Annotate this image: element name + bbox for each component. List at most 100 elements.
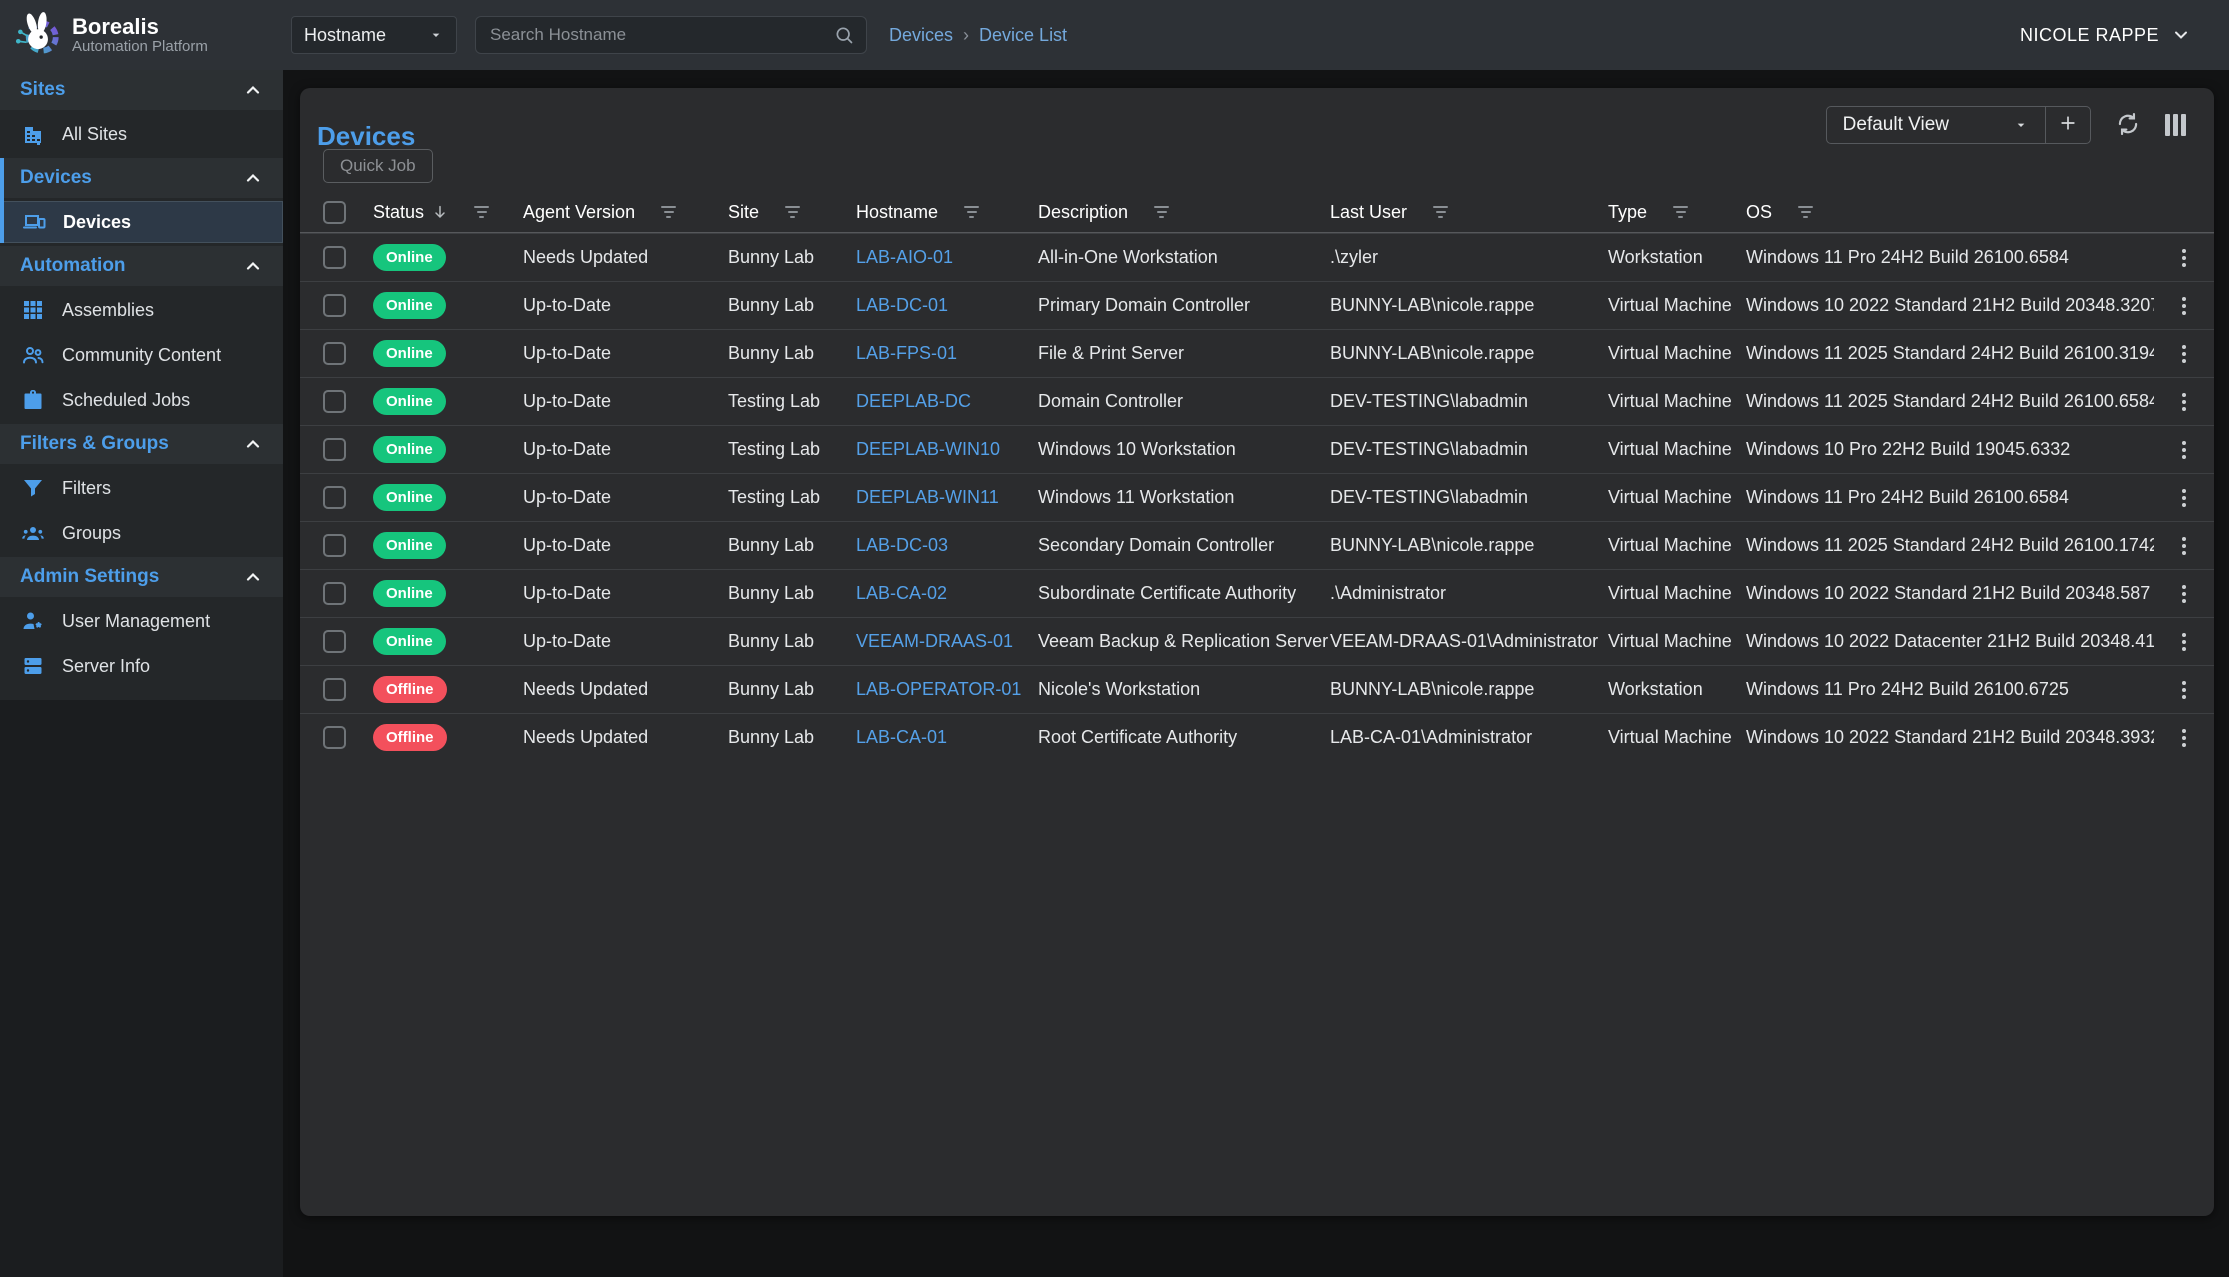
filter-icon[interactable] bbox=[964, 206, 979, 218]
refresh-button[interactable] bbox=[2115, 111, 2141, 140]
breadcrumb-separator: › bbox=[963, 25, 969, 46]
hostname-link[interactable]: LAB-AIO-01 bbox=[856, 247, 953, 268]
row-checkbox[interactable] bbox=[323, 582, 346, 605]
row-menu-button[interactable] bbox=[2178, 485, 2190, 511]
filter-icon[interactable] bbox=[661, 206, 676, 218]
row-checkbox[interactable] bbox=[323, 438, 346, 461]
sidebar-item-groups[interactable]: Groups bbox=[0, 512, 283, 554]
user-menu[interactable]: NICOLE RAPPE bbox=[2020, 25, 2191, 46]
row-checkbox[interactable] bbox=[323, 678, 346, 701]
row-menu-button[interactable] bbox=[2178, 437, 2190, 463]
agent-version-cell: Needs Updated bbox=[523, 727, 728, 748]
row-menu-button[interactable] bbox=[2178, 533, 2190, 559]
row-menu-button[interactable] bbox=[2178, 293, 2190, 319]
site-cell: Bunny Lab bbox=[728, 631, 856, 652]
search-field-select[interactable]: Hostname bbox=[291, 16, 457, 54]
column-header-last-user[interactable]: Last User bbox=[1330, 202, 1608, 223]
hostname-link[interactable]: LAB-FPS-01 bbox=[856, 343, 957, 364]
type-cell: Virtual Machine bbox=[1608, 487, 1746, 508]
filter-icon[interactable] bbox=[1433, 206, 1448, 218]
sidebar-item-user-management[interactable]: User Management bbox=[0, 600, 283, 642]
row-menu-button[interactable] bbox=[2178, 581, 2190, 607]
last-user-cell: LAB-CA-01\Administrator bbox=[1330, 727, 1608, 748]
hostname-link[interactable]: DEEPLAB-DC bbox=[856, 391, 971, 412]
description-cell: Veeam Backup & Replication Server bbox=[1038, 631, 1330, 652]
sidebar-section-header-sites[interactable]: Sites bbox=[0, 70, 283, 110]
row-checkbox[interactable] bbox=[323, 294, 346, 317]
column-header-type[interactable]: Type bbox=[1608, 202, 1746, 223]
sidebar-item-scheduled-jobs[interactable]: Scheduled Jobs bbox=[0, 379, 283, 421]
sidebar-item-filters[interactable]: Filters bbox=[0, 467, 283, 509]
last-user-cell: BUNNY-LAB\nicole.rappe bbox=[1330, 535, 1608, 556]
status-badge: Online bbox=[373, 340, 446, 367]
refresh-icon bbox=[2115, 111, 2141, 140]
view-selector[interactable]: Default View bbox=[1827, 107, 2045, 143]
brand-logo-rabbit-icon bbox=[12, 10, 62, 60]
hostname-link[interactable]: LAB-DC-01 bbox=[856, 295, 948, 316]
row-checkbox[interactable] bbox=[323, 630, 346, 653]
row-menu-button[interactable] bbox=[2178, 389, 2190, 415]
column-header-agent-version[interactable]: Agent Version bbox=[523, 202, 728, 223]
site-cell: Bunny Lab bbox=[728, 583, 856, 604]
row-menu-button[interactable] bbox=[2178, 629, 2190, 655]
last-user-cell: VEEAM-DRAAS-01\Administrator bbox=[1330, 631, 1608, 652]
row-menu-button[interactable] bbox=[2178, 725, 2190, 751]
sidebar-item-devices[interactable]: Devices bbox=[0, 201, 283, 243]
table-row: Online Up-to-Date Testing Lab DEEPLAB-WI… bbox=[300, 425, 2214, 473]
sidebar-section-header-devices[interactable]: Devices bbox=[0, 158, 283, 198]
filter-icon[interactable] bbox=[785, 206, 800, 218]
status-badge: Online bbox=[373, 388, 446, 415]
sidebar-item-all-sites[interactable]: All Sites bbox=[0, 113, 283, 155]
chevron-up-icon bbox=[243, 168, 263, 188]
columns-button[interactable] bbox=[2165, 114, 2186, 136]
hostname-link[interactable]: VEEAM-DRAAS-01 bbox=[856, 631, 1013, 652]
hostname-link[interactable]: DEEPLAB-WIN10 bbox=[856, 439, 1000, 460]
sidebar-item-server-info[interactable]: Server Info bbox=[0, 645, 283, 687]
column-header-description[interactable]: Description bbox=[1038, 202, 1330, 223]
agent-version-cell: Up-to-Date bbox=[523, 295, 728, 316]
os-cell: Windows 11 2025 Standard 24H2 Build 2610… bbox=[1746, 343, 2154, 364]
column-header-status[interactable]: Status bbox=[373, 202, 523, 223]
sidebar-item-community-content[interactable]: Community Content bbox=[0, 334, 283, 376]
row-checkbox[interactable] bbox=[323, 342, 346, 365]
row-checkbox[interactable] bbox=[323, 246, 346, 269]
column-header-hostname[interactable]: Hostname bbox=[856, 202, 1038, 223]
row-menu-button[interactable] bbox=[2178, 245, 2190, 271]
breadcrumb: Devices › Device List bbox=[889, 25, 1067, 46]
breadcrumb-item-device-list[interactable]: Device List bbox=[979, 25, 1067, 46]
add-view-button[interactable] bbox=[2045, 107, 2090, 143]
select-all-checkbox[interactable] bbox=[323, 201, 346, 224]
hostname-link[interactable]: LAB-CA-02 bbox=[856, 583, 947, 604]
type-cell: Workstation bbox=[1608, 247, 1746, 268]
filter-icon[interactable] bbox=[474, 206, 489, 218]
filter-icon[interactable] bbox=[1154, 206, 1169, 218]
type-cell: Virtual Machine bbox=[1608, 583, 1746, 604]
sidebar-section-label: Sites bbox=[20, 79, 65, 101]
hostname-link[interactable]: LAB-OPERATOR-01 bbox=[856, 679, 1021, 700]
main-panel: Devices Quick Job Default View Status bbox=[300, 88, 2214, 1216]
hostname-link[interactable]: DEEPLAB-WIN11 bbox=[856, 487, 999, 508]
sidebar-section-header-automation[interactable]: Automation bbox=[0, 246, 283, 286]
hostname-link[interactable]: LAB-CA-01 bbox=[856, 727, 947, 748]
row-checkbox[interactable] bbox=[323, 534, 346, 557]
row-checkbox[interactable] bbox=[323, 726, 346, 749]
filter-icon[interactable] bbox=[1798, 206, 1813, 218]
row-checkbox[interactable] bbox=[323, 486, 346, 509]
row-menu-button[interactable] bbox=[2178, 341, 2190, 367]
row-menu-button[interactable] bbox=[2178, 677, 2190, 703]
filter-icon[interactable] bbox=[1673, 206, 1688, 218]
search-input[interactable] bbox=[488, 24, 834, 46]
description-cell: Windows 11 Workstation bbox=[1038, 487, 1330, 508]
sort-desc-icon[interactable] bbox=[432, 204, 448, 220]
sidebar-item-assemblies[interactable]: Assemblies bbox=[0, 289, 283, 331]
quick-job-button[interactable]: Quick Job bbox=[323, 149, 433, 183]
row-checkbox[interactable] bbox=[323, 390, 346, 413]
sidebar-section-header-admin-settings[interactable]: Admin Settings bbox=[0, 557, 283, 597]
sidebar-section-header-filters-groups[interactable]: Filters & Groups bbox=[0, 424, 283, 464]
column-header-os[interactable]: OS bbox=[1746, 202, 2154, 223]
type-cell: Virtual Machine bbox=[1608, 343, 1746, 364]
column-header-site[interactable]: Site bbox=[728, 202, 856, 223]
hostname-link[interactable]: LAB-DC-03 bbox=[856, 535, 948, 556]
os-cell: Windows 11 2025 Standard 24H2 Build 2610… bbox=[1746, 535, 2154, 556]
breadcrumb-item-devices[interactable]: Devices bbox=[889, 25, 953, 46]
